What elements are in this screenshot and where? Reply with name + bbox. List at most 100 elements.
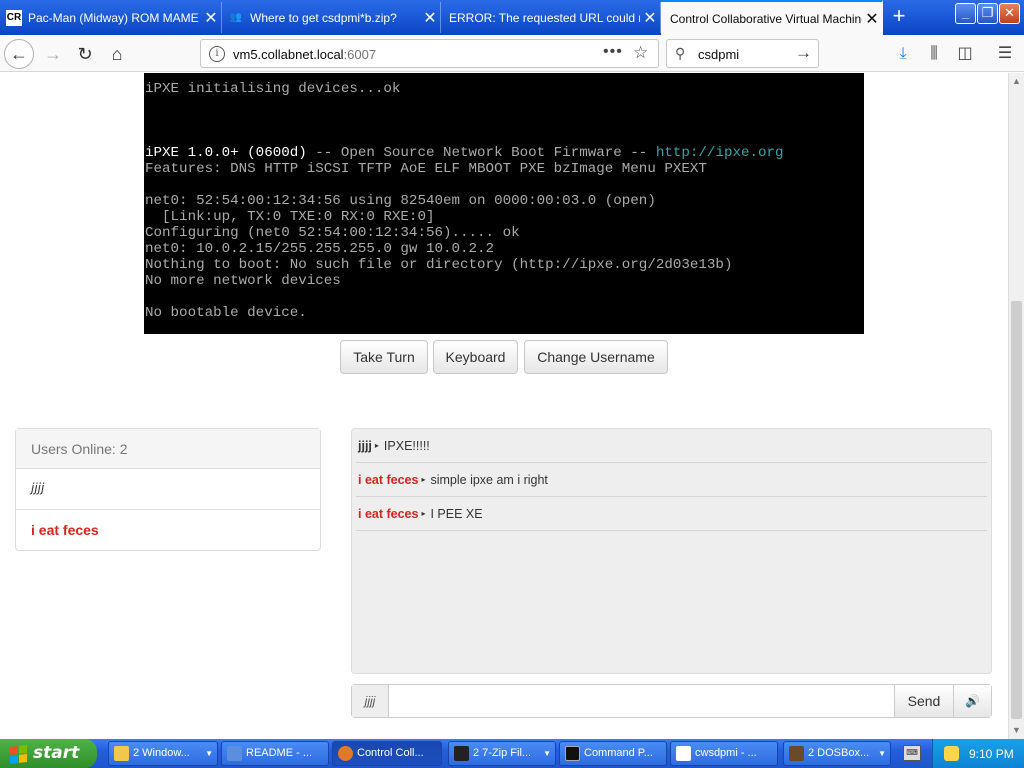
close-tab-icon[interactable]: ✕: [420, 8, 440, 28]
taskbar-label: README - ...: [246, 747, 313, 759]
notepad-icon: [676, 746, 691, 761]
tray-app-icon[interactable]: [944, 746, 959, 761]
tab-strip: CR Pac-Man (Midway) ROM MAME - C ✕ 👥 Whe…: [0, 0, 1024, 35]
user-list-item: jjjj: [16, 469, 320, 510]
home-icon: ⌂: [111, 43, 123, 64]
reload-button[interactable]: ↻: [70, 39, 100, 69]
taskbar-item-cmd[interactable]: Command P...: [559, 741, 667, 766]
library-icon[interactable]: ⫼: [922, 42, 946, 66]
chat-message: i eat feces ▸ simple ipxe am i right: [356, 463, 987, 497]
take-turn-button[interactable]: Take Turn: [340, 340, 428, 374]
users-online-panel: Users Online: 2 jjjj i eat feces: [15, 428, 321, 551]
users-online-header: Users Online: 2: [16, 429, 320, 469]
close-tab-icon[interactable]: ✕: [201, 8, 221, 28]
ipxe-version: iPXE 1.0.0+ (0600d): [145, 145, 307, 161]
keyboard-button[interactable]: Keyboard: [433, 340, 518, 374]
forward-button[interactable]: →: [38, 39, 68, 69]
url-host: vm5.collabnet.local: [233, 47, 344, 62]
scroll-up-icon[interactable]: ▲: [1012, 76, 1021, 86]
taskbar-label: 2 7-Zip Fil...: [473, 747, 532, 759]
home-button[interactable]: ⌂: [102, 39, 132, 69]
page-actions-icon[interactable]: •••: [603, 43, 623, 61]
page-content: iPXE initialising devices...ok iPXE 1.0.…: [0, 73, 1008, 739]
minimize-button[interactable]: _: [955, 3, 976, 24]
scroll-down-icon[interactable]: ▼: [1012, 725, 1021, 735]
downloads-icon[interactable]: ⤓: [891, 42, 915, 66]
url-bar[interactable]: i vm5.collabnet.local:6007 ••• ☆: [200, 39, 659, 68]
taskbar-item-windows[interactable]: 2 Window... ▼: [108, 741, 218, 766]
tab-collab-vm[interactable]: Control Collaborative Virtual Machines ✕: [661, 0, 883, 35]
site-info-icon[interactable]: i: [209, 46, 225, 62]
console-line: iPXE 1.0.0+ (0600d) -- Open Source Netwo…: [145, 145, 864, 161]
speaker-icon[interactable]: 🔊: [953, 685, 991, 717]
reload-icon: ↻: [77, 43, 93, 64]
chat-text: simple ipxe am i right: [430, 472, 548, 487]
taskbar-label: Command P...: [584, 747, 653, 759]
scroll-thumb[interactable]: [1011, 301, 1022, 719]
wordpad-icon: [227, 746, 242, 761]
console-line: Configuring (net0 52:54:00:12:34:56)....…: [145, 225, 520, 241]
tab-error-page[interactable]: ERROR: The requested URL could not ✕: [441, 2, 661, 33]
new-tab-button[interactable]: +: [884, 3, 914, 31]
taskbar-item-7zip[interactable]: 2 7-Zip Fil... ▼: [448, 741, 556, 766]
page-scrollbar[interactable]: ▲ ▼: [1008, 73, 1024, 739]
chat-message: jjjj ▸ IPXE!!!!!: [356, 429, 987, 463]
chat-input[interactable]: [390, 685, 893, 717]
menu-icon[interactable]: ☰: [993, 42, 1017, 66]
console-line: net0: 52:54:00:12:34:56 using 82540em on…: [145, 193, 656, 209]
search-icon: ⚲: [675, 45, 686, 61]
close-window-button[interactable]: ✕: [999, 3, 1020, 24]
search-go-icon[interactable]: →: [795, 43, 812, 63]
chevron-down-icon: ▼: [878, 749, 886, 758]
console-line: Nothing to boot: No such file or directo…: [145, 257, 733, 273]
rom-site-icon: CR: [6, 9, 22, 26]
system-tray: 9:10 PM: [932, 739, 1024, 768]
chevron-down-icon: ▼: [543, 749, 551, 758]
forum-icon: 👥: [229, 12, 243, 23]
tab-pacman-rom[interactable]: CR Pac-Man (Midway) ROM MAME - C ✕: [0, 2, 222, 33]
console-line: No bootable device.: [145, 305, 307, 321]
start-button[interactable]: start: [0, 739, 97, 768]
tab-title: Pac-Man (Midway) ROM MAME - C: [28, 10, 201, 25]
back-button[interactable]: ←: [4, 39, 34, 69]
taskbar-item-cwsdpmi[interactable]: cwsdpmi - ...: [670, 741, 778, 766]
maximize-button[interactable]: ❐: [977, 3, 998, 24]
chat-text: IPXE!!!!!: [383, 438, 430, 453]
folder-icon: [114, 746, 129, 761]
chat-text: I PEE XE: [430, 506, 483, 521]
sidebar-icon[interactable]: ◫: [953, 42, 977, 66]
caret-right-icon: ▸: [421, 509, 426, 518]
dosbox-icon: [789, 746, 804, 761]
taskbar-item-firefox[interactable]: Control Coll...: [332, 741, 442, 766]
search-bar[interactable]: ⚲ csdpmi →: [666, 39, 819, 68]
ipxe-tagline: -- Open Source Network Boot Firmware --: [306, 145, 656, 161]
taskbar-item-readme[interactable]: README - ...: [221, 741, 329, 766]
chat-username: i eat feces: [358, 472, 419, 487]
windows-logo-icon: [9, 744, 27, 764]
tab-csdpmi-forum[interactable]: 👥 Where to get csdpmi*b.zip? ✕: [222, 2, 441, 33]
vm-display[interactable]: iPXE initialising devices...ok iPXE 1.0.…: [144, 73, 864, 334]
arrow-left-icon: ←: [10, 43, 28, 64]
keyboard-layout-icon[interactable]: ⌨: [903, 745, 921, 761]
chevron-down-icon: ▼: [205, 749, 213, 758]
7zip-icon: [454, 746, 469, 761]
ipxe-link: http://ipxe.org: [655, 145, 784, 161]
send-button[interactable]: Send: [894, 685, 953, 717]
clock: 9:10 PM: [969, 747, 1014, 761]
taskbar-label: Control Coll...: [357, 747, 424, 759]
chat-username: i eat feces: [358, 506, 419, 521]
taskbar-item-dosbox[interactable]: 2 DOSBox... ▼: [783, 741, 891, 766]
close-tab-icon[interactable]: ✕: [862, 9, 882, 29]
search-input[interactable]: csdpmi: [698, 47, 739, 62]
close-tab-icon[interactable]: ✕: [640, 8, 660, 28]
caret-right-icon: ▸: [421, 475, 426, 484]
change-username-button[interactable]: Change Username: [524, 340, 668, 374]
console-line-partial: [145, 73, 864, 81]
arrow-right-icon: →: [44, 43, 62, 64]
bookmark-star-icon[interactable]: ☆: [633, 43, 648, 63]
console-line: No more network devices: [145, 273, 341, 289]
